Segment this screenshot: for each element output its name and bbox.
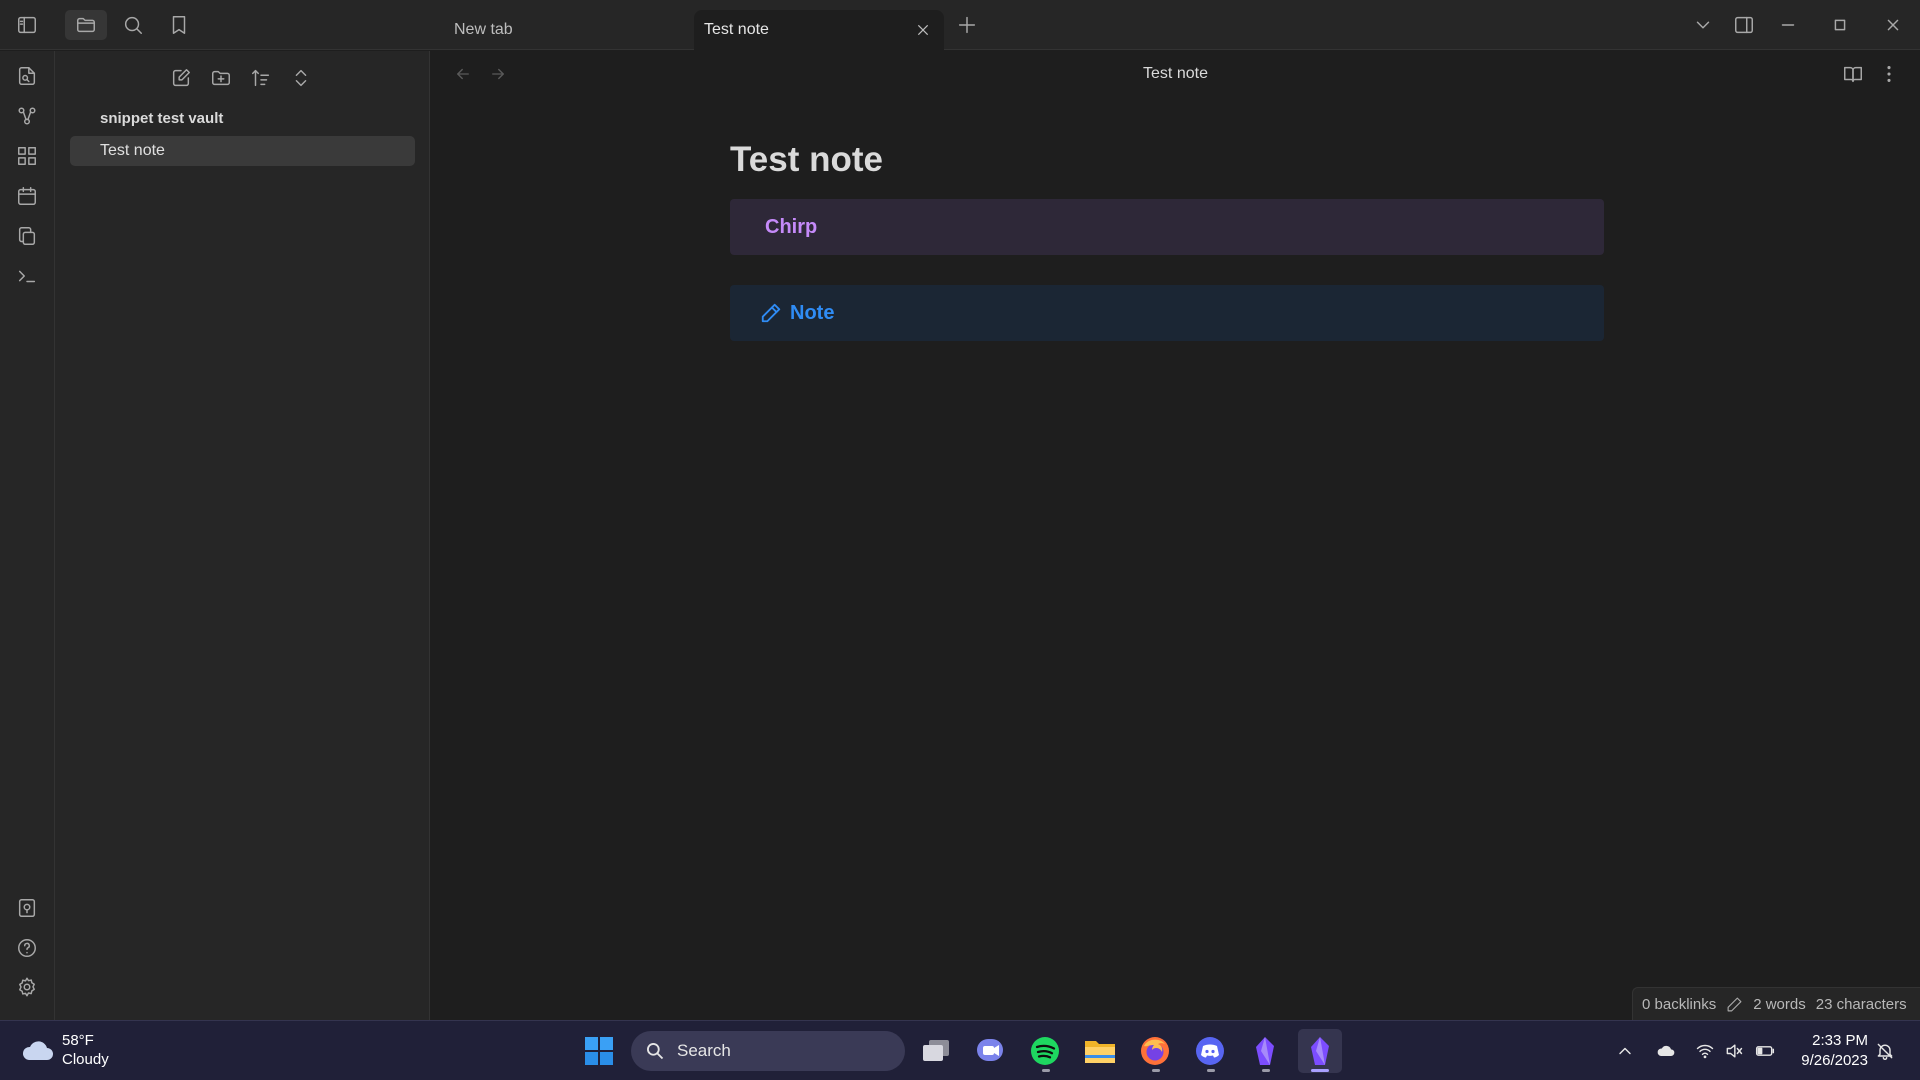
callout-title: Note [790, 301, 835, 324]
weather-temperature: 58°F [62, 1032, 94, 1049]
pencil-icon [761, 303, 781, 323]
clock-time: 2:33 PM [1812, 1032, 1868, 1049]
backlinks-count[interactable]: 0 backlinks [1642, 996, 1716, 1013]
firefox-icon[interactable] [1133, 1029, 1177, 1073]
wifi-icon[interactable] [1692, 1038, 1718, 1064]
spotify-icon[interactable] [1023, 1029, 1067, 1073]
taskbar-clock[interactable]: 2:33 PM 9/26/2023 [1786, 1031, 1868, 1071]
more-options-icon[interactable] [1874, 59, 1904, 89]
maximize-icon[interactable] [1825, 10, 1855, 40]
callout-title: Chirp [765, 215, 818, 238]
discord-icon[interactable] [1188, 1029, 1232, 1073]
taskbar-search[interactable]: Search [631, 1031, 905, 1071]
running-indicator [1152, 1069, 1160, 1072]
active-indicator [1311, 1069, 1329, 1072]
quick-switcher-icon[interactable] [13, 62, 41, 90]
obsidian-window: New tab Test note snippet test vault Tes… [0, 0, 1920, 1020]
weather-description: Cloudy [62, 1051, 109, 1068]
new-tab-plus-icon[interactable] [952, 10, 982, 40]
clock-date: 9/26/2023 [1801, 1052, 1868, 1069]
new-note-icon[interactable] [166, 63, 196, 93]
windows-taskbar: 58°F Cloudy Search 2:33 PM 9/26/2023 [0, 1020, 1920, 1080]
sort-order-icon[interactable] [246, 63, 276, 93]
tab-new-tab[interactable]: New tab [444, 10, 694, 50]
close-icon[interactable] [912, 19, 934, 41]
search-placeholder: Search [677, 1041, 731, 1060]
start-windows-icon[interactable] [577, 1029, 621, 1073]
sidebar-toggle-icon[interactable] [12, 10, 42, 40]
weather-widget[interactable]: 58°F Cloudy [20, 1031, 109, 1069]
character-count: 23 characters [1815, 995, 1907, 1013]
search-icon[interactable] [118, 10, 148, 40]
status-bar: 0 backlinks 2 words 23 characters [1632, 987, 1920, 1020]
templates-copy-icon[interactable] [13, 222, 41, 250]
volume-muted-icon[interactable] [1721, 1038, 1747, 1064]
callout-chirp[interactable]: Chirp [730, 199, 1604, 255]
calendar-icon[interactable] [13, 182, 41, 210]
running-indicator [1207, 1069, 1215, 1072]
tab-list-chevron-down-icon[interactable] [1688, 10, 1718, 40]
edit-pencil-icon[interactable] [1726, 996, 1743, 1013]
notification-bell-icon[interactable] [1872, 1038, 1898, 1064]
note-title[interactable]: Test note [730, 140, 883, 180]
settings-gear-icon[interactable] [13, 973, 41, 1001]
vault-switcher-icon[interactable] [13, 894, 41, 922]
obsidian-app-active-icon[interactable] [1298, 1029, 1342, 1073]
reading-view-book-icon[interactable] [1838, 59, 1868, 89]
teams-chat-icon[interactable] [968, 1029, 1012, 1073]
canvas-icon[interactable] [13, 142, 41, 170]
collapse-expand-icon[interactable] [286, 63, 316, 93]
files-folder-icon[interactable] [65, 10, 107, 40]
file-explorer-icon[interactable] [1078, 1029, 1122, 1073]
obsidian-app-icon[interactable] [1243, 1029, 1287, 1073]
running-indicator [1042, 1069, 1050, 1072]
file-explorer: snippet test vault Test note [55, 51, 430, 1020]
title-bar: New tab Test note [0, 0, 1920, 50]
tab-label: Test note [704, 21, 769, 38]
vault-name[interactable]: snippet test vault [100, 110, 223, 127]
running-indicator [1262, 1069, 1270, 1072]
tab-label: New tab [454, 21, 513, 38]
left-ribbon [0, 51, 55, 1020]
task-view-icon[interactable] [914, 1029, 958, 1073]
bookmark-icon[interactable] [164, 10, 194, 40]
window-close-icon[interactable] [1878, 10, 1908, 40]
graph-view-icon[interactable] [13, 102, 41, 130]
tab-test-note[interactable]: Test note [694, 10, 944, 50]
chevron-up-icon[interactable] [1612, 1038, 1638, 1064]
terminal-icon[interactable] [13, 262, 41, 290]
right-sidebar-toggle-icon[interactable] [1729, 10, 1759, 40]
search-icon [647, 1043, 664, 1060]
onedrive-cloud-icon[interactable] [1653, 1038, 1679, 1064]
editor-pane: Test note Test note Chirp Note [431, 51, 1920, 1020]
new-folder-icon[interactable] [206, 63, 236, 93]
callout-note[interactable]: Note [730, 285, 1604, 341]
file-item-test-note[interactable]: Test note [70, 136, 415, 166]
word-count: 2 words [1753, 995, 1806, 1013]
cloud-icon [22, 1041, 53, 1060]
battery-icon[interactable] [1752, 1038, 1778, 1064]
view-header-title[interactable]: Test note [431, 65, 1920, 83]
help-icon[interactable] [13, 934, 41, 962]
minimize-icon[interactable] [1773, 10, 1803, 40]
